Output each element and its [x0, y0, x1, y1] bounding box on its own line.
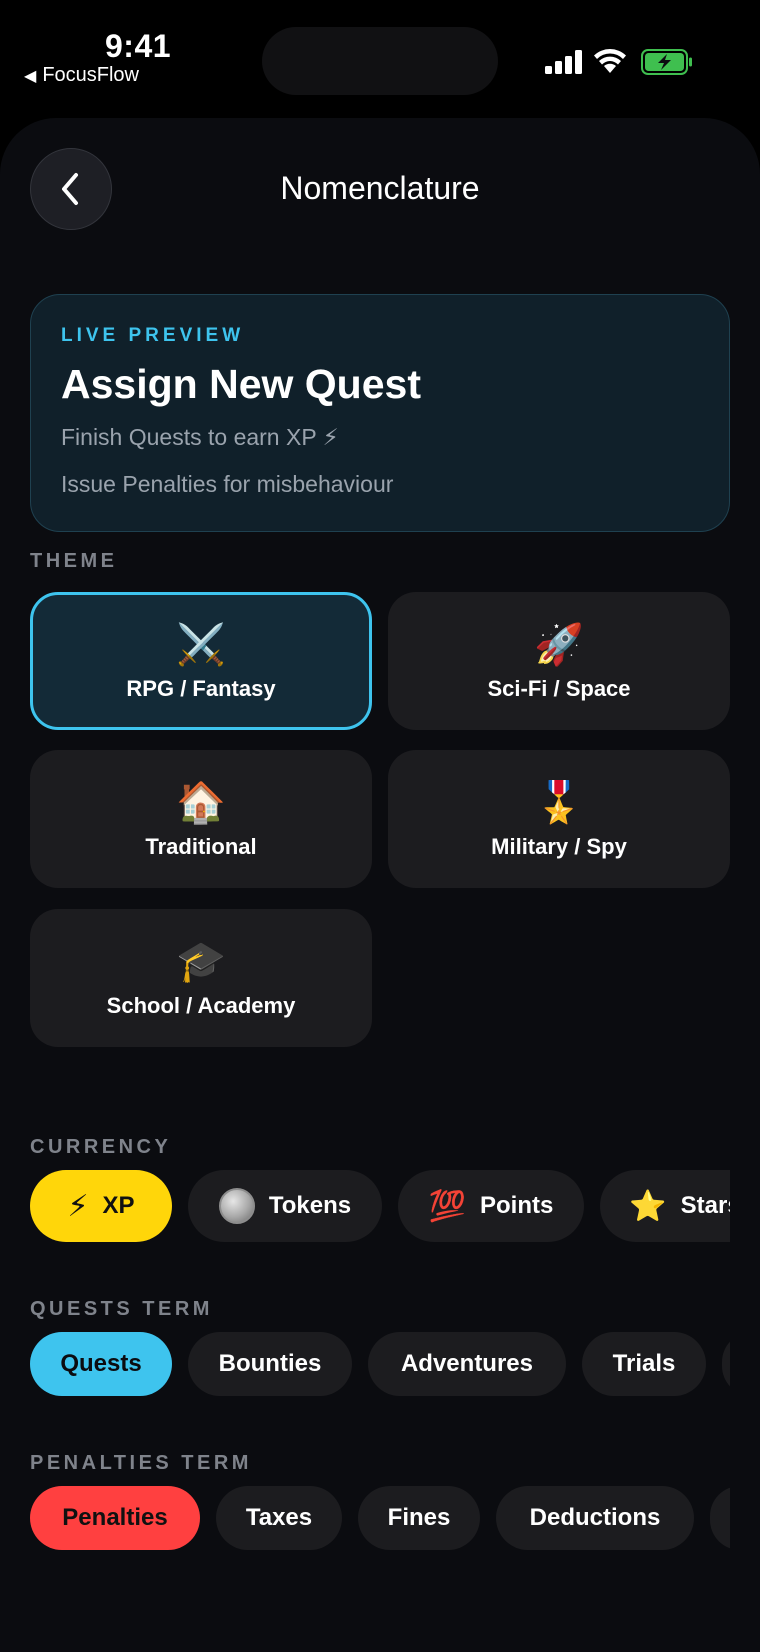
penalties-term-chip-taxes[interactable]: Taxes — [216, 1486, 342, 1550]
currency-chip-label: Tokens — [268, 1192, 352, 1219]
penalties-term-chip-more[interactable] — [710, 1486, 730, 1550]
status-bar: 9:41 ◀ FocusFlow — [0, 0, 760, 110]
theme-section-label: THEME — [30, 550, 118, 572]
rocket-icon: 🚀 — [534, 622, 584, 668]
penalties-term-chip-row[interactable]: Penalties Taxes Fines Deductions — [30, 1486, 730, 1550]
quests-term-chip-quests[interactable]: Quests — [30, 1332, 172, 1396]
theme-option-rpg-fantasy[interactable]: ⚔️ RPG / Fantasy — [30, 592, 372, 730]
theme-option-traditional[interactable]: 🏠 Traditional — [30, 750, 372, 888]
status-time: 9:41 — [105, 28, 172, 64]
theme-option-scifi-space[interactable]: 🚀 Sci-Fi / Space — [388, 592, 730, 730]
triangle-left-icon: ◀ — [24, 67, 37, 85]
theme-option-label: Sci-Fi / Space — [487, 676, 631, 701]
page-title: Nomenclature — [280, 170, 480, 206]
preview-title: Assign New Quest — [61, 361, 421, 407]
cellular-signal-icon — [545, 50, 582, 74]
medal-icon: 🎖️ — [534, 780, 584, 826]
preview-label: LIVE PREVIEW — [61, 325, 245, 346]
theme-option-label: Military / Spy — [491, 834, 627, 859]
house-icon: 🏠 — [176, 780, 226, 826]
back-to-app-link[interactable]: ◀ FocusFlow — [24, 64, 139, 87]
wifi-icon — [594, 49, 626, 73]
currency-chip-stars[interactable]: ⭐ Stars — [600, 1170, 730, 1242]
quests-term-chip-row[interactable]: Quests Bounties Adventures Trials — [30, 1332, 730, 1396]
lightning-icon: ⚡ — [67, 1188, 89, 1224]
quests-term-chip-bounties[interactable]: Bounties — [188, 1332, 352, 1396]
currency-chip-xp[interactable]: ⚡ XP — [30, 1170, 172, 1242]
quests-term-section-label: QUESTS TERM — [30, 1298, 213, 1320]
live-preview-card: LIVE PREVIEW Assign New Quest Finish Que… — [30, 294, 730, 532]
quests-term-chip-trials[interactable]: Trials — [582, 1332, 706, 1396]
hundred-points-icon: 💯 — [428, 1188, 466, 1224]
nomenclature-sheet: Nomenclature LIVE PREVIEW Assign New Que… — [0, 118, 760, 1652]
battery-charging-icon — [641, 49, 692, 75]
penalties-term-chip-deductions[interactable]: Deductions — [496, 1486, 694, 1550]
theme-option-label: School / Academy — [106, 993, 296, 1018]
currency-chip-label: Points — [480, 1192, 554, 1219]
coin-icon — [218, 1188, 255, 1224]
back-app-label: FocusFlow — [42, 64, 140, 86]
penalties-term-section-label: PENALTIES TERM — [30, 1452, 252, 1474]
penalties-term-chip-fines[interactable]: Fines — [358, 1486, 480, 1550]
theme-option-military-spy[interactable]: 🎖️ Military / Spy — [388, 750, 730, 888]
quests-term-chip-more[interactable] — [722, 1332, 730, 1396]
currency-chip-row[interactable]: ⚡ XP Tokens 💯 Points ⭐ Stars — [30, 1170, 730, 1242]
star-icon: ⭐ — [629, 1188, 667, 1224]
theme-option-label: RPG / Fantasy — [126, 676, 276, 701]
preview-line-penalties: Issue Penalties for misbehaviour — [61, 471, 394, 497]
currency-chip-label: XP — [102, 1192, 135, 1219]
theme-option-school-academy[interactable]: 🎓 School / Academy — [30, 909, 372, 1047]
currency-section-label: CURRENCY — [30, 1136, 172, 1158]
dynamic-island — [262, 27, 498, 95]
theme-option-label: Traditional — [145, 834, 257, 859]
quests-term-chip-adventures[interactable]: Adventures — [368, 1332, 566, 1396]
currency-chip-points[interactable]: 💯 Points — [398, 1170, 584, 1242]
currency-chip-tokens[interactable]: Tokens — [188, 1170, 382, 1242]
crossed-swords-icon: ⚔️ — [176, 622, 226, 668]
currency-chip-label: Stars — [680, 1192, 730, 1219]
graduation-cap-icon: 🎓 — [176, 939, 226, 985]
preview-line-currency: Finish Quests to earn XP ⚡ — [61, 424, 339, 450]
penalties-term-chip-penalties[interactable]: Penalties — [30, 1486, 200, 1550]
